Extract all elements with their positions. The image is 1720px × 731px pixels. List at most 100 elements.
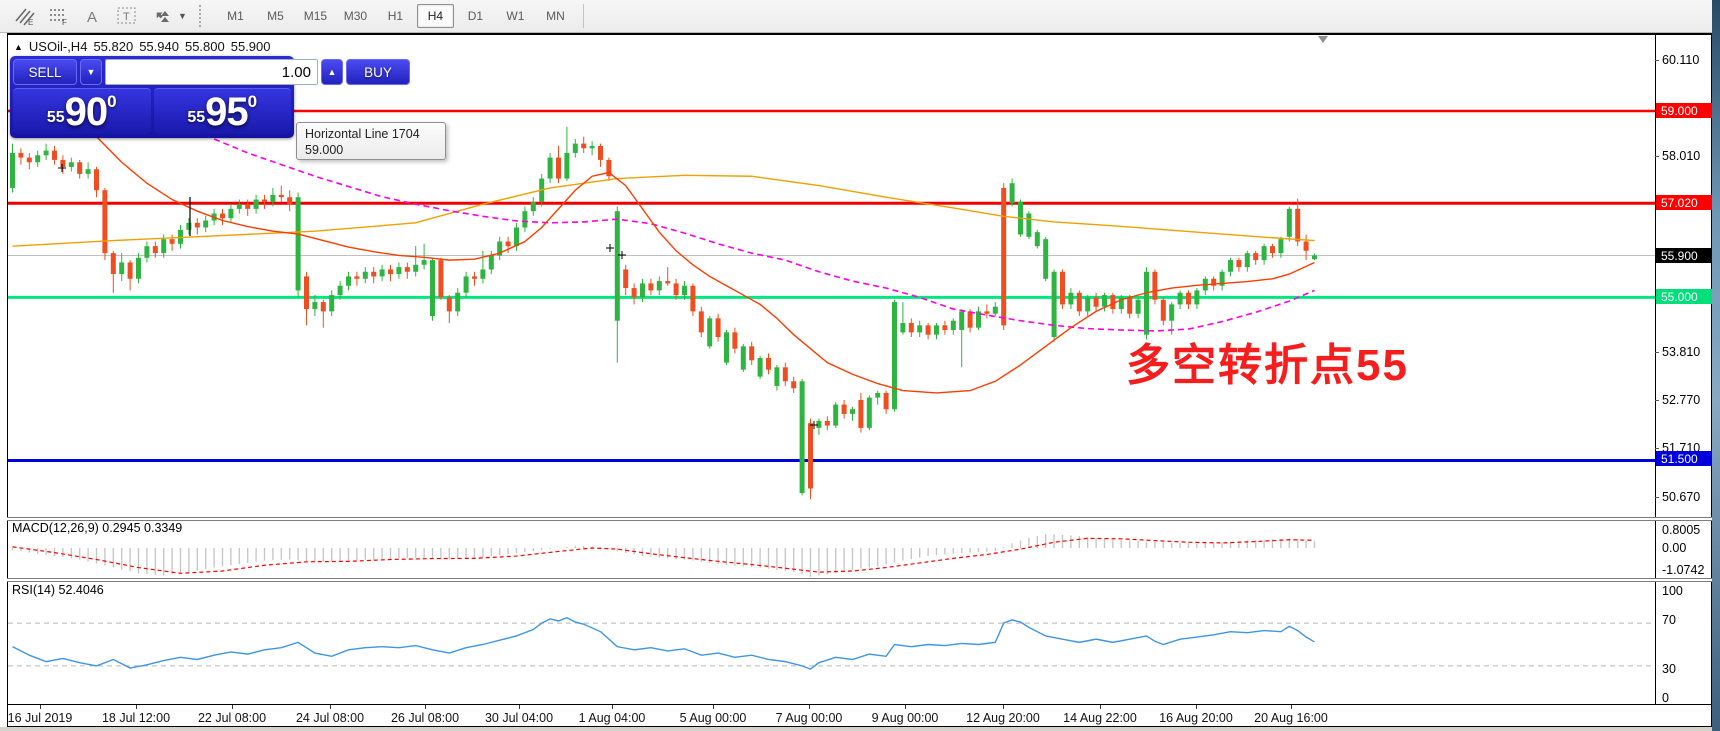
timeframe-group: M1M5M15M30H1H4D1W1MN bbox=[217, 4, 577, 28]
candle-body bbox=[548, 158, 553, 179]
ma-magenta-medium[interactable] bbox=[214, 139, 1314, 331]
candle-body bbox=[1304, 241, 1309, 250]
candle-body bbox=[94, 169, 99, 190]
time-axis-label: 16 Jul 2019 bbox=[8, 711, 73, 725]
time-axis-label: 30 Jul 04:00 bbox=[485, 711, 553, 725]
timeframe-button-h4[interactable]: H4 bbox=[417, 4, 454, 28]
candle-body bbox=[1236, 260, 1241, 267]
candle-body bbox=[354, 276, 359, 278]
macd-canvas[interactable] bbox=[8, 521, 1655, 578]
time-axis-tick bbox=[905, 705, 906, 709]
candle-body bbox=[1001, 188, 1006, 325]
svg-text:F: F bbox=[62, 18, 67, 26]
candle-body bbox=[1026, 214, 1031, 237]
candle-body bbox=[623, 269, 628, 288]
candle-body bbox=[321, 302, 326, 311]
fibonacci-icon[interactable]: F bbox=[44, 3, 74, 29]
price-badge-55.000: 55.000 bbox=[1656, 289, 1712, 304]
candle-body bbox=[1068, 293, 1073, 305]
candle-body bbox=[228, 209, 233, 218]
line-studies-icon[interactable]: E bbox=[10, 3, 40, 29]
candle-body bbox=[1085, 297, 1090, 311]
tooltip-title: Horizontal Line 1704 bbox=[305, 126, 437, 142]
time-axis-label: 1 Aug 04:00 bbox=[579, 711, 646, 725]
timeframe-button-m1[interactable]: M1 bbox=[217, 4, 254, 28]
candle-body bbox=[1102, 295, 1107, 307]
text-icon[interactable]: A bbox=[78, 3, 108, 29]
macd-axis-label: 0.8005 bbox=[1662, 523, 1700, 537]
candle-body bbox=[917, 325, 922, 332]
timeframe-button-m30[interactable]: M30 bbox=[337, 4, 374, 28]
sell-button[interactable]: SELL bbox=[13, 59, 77, 85]
candle-body bbox=[884, 393, 889, 409]
candle-body bbox=[363, 272, 368, 279]
timeframe-button-h1[interactable]: H1 bbox=[377, 4, 414, 28]
rsi-canvas[interactable] bbox=[8, 582, 1655, 704]
volume-decrease-button[interactable]: ▼ bbox=[80, 59, 102, 85]
candle-body bbox=[380, 269, 385, 276]
window-edge-strip bbox=[1712, 0, 1720, 731]
macd-label: MACD(12,26,9) 0.2945 0.3349 bbox=[12, 521, 182, 535]
price-axis-tick bbox=[1655, 497, 1659, 498]
candle-body bbox=[153, 246, 158, 253]
time-axis-label: 12 Aug 20:00 bbox=[966, 711, 1040, 725]
timeframe-button-m5[interactable]: M5 bbox=[257, 4, 294, 28]
toolbar-grip[interactable] bbox=[199, 5, 209, 27]
timeframe-button-w1[interactable]: W1 bbox=[497, 4, 534, 28]
candle-body bbox=[942, 325, 947, 330]
time-axis-label: 7 Aug 00:00 bbox=[776, 711, 843, 725]
candle-body bbox=[254, 200, 259, 209]
one-click-trade-panel: SELL ▼ ▲ BUY 55 90 0 55 95 0 bbox=[10, 56, 294, 138]
volume-increase-button[interactable]: ▲ bbox=[321, 59, 343, 85]
quote-symbol: USOil-,H4 bbox=[29, 39, 88, 54]
rsi-axis-label: 70 bbox=[1662, 613, 1676, 627]
sell-price-major: 55 bbox=[47, 109, 65, 127]
candle-body bbox=[18, 153, 23, 158]
sell-price-display[interactable]: 55 90 0 bbox=[13, 88, 151, 134]
candle-body bbox=[724, 332, 729, 362]
rsi-line bbox=[13, 618, 1315, 669]
time-axis-tick bbox=[1196, 705, 1197, 709]
quote-close: 55.900 bbox=[231, 39, 271, 54]
candle-body bbox=[1278, 239, 1283, 253]
candle-body bbox=[556, 158, 561, 179]
timeframe-button-mn[interactable]: MN bbox=[537, 4, 574, 28]
candle-body bbox=[186, 223, 191, 230]
ma-orange-slow[interactable] bbox=[13, 175, 1315, 246]
candle-body bbox=[35, 155, 40, 162]
price-axis-label: 58.010 bbox=[1662, 149, 1700, 163]
candle-body bbox=[640, 283, 645, 297]
candle-body bbox=[447, 297, 452, 311]
candle-body bbox=[170, 239, 175, 244]
candle-body bbox=[808, 423, 813, 488]
candle-body bbox=[774, 367, 779, 386]
buy-button[interactable]: BUY bbox=[346, 59, 410, 85]
candle-body bbox=[438, 260, 443, 297]
buy-price-display[interactable]: 55 95 0 bbox=[154, 88, 292, 134]
candle-body bbox=[791, 381, 796, 388]
candle-body bbox=[959, 311, 964, 330]
volume-input[interactable] bbox=[105, 59, 318, 85]
timeframe-button-m15[interactable]: M15 bbox=[297, 4, 334, 28]
candle-body bbox=[1152, 272, 1157, 300]
candle-body bbox=[1035, 232, 1040, 246]
buy-price-major: 55 bbox=[187, 109, 205, 127]
rsi-axis-label: 100 bbox=[1662, 584, 1683, 598]
arrows-icon[interactable] bbox=[146, 3, 176, 29]
candle-body bbox=[783, 367, 788, 381]
text-label-icon[interactable]: T bbox=[112, 3, 142, 29]
timeframe-button-d1[interactable]: D1 bbox=[457, 4, 494, 28]
candle-body bbox=[1262, 246, 1267, 260]
rsi-axis-label: 0 bbox=[1662, 691, 1669, 705]
arrows-dropdown-caret[interactable]: ▼ bbox=[178, 11, 187, 21]
candle-body bbox=[119, 262, 124, 274]
svg-text:E: E bbox=[28, 18, 33, 26]
quote-low: 55.800 bbox=[185, 39, 225, 54]
candle-body bbox=[329, 295, 334, 311]
candle-body bbox=[926, 325, 931, 334]
svg-text:A: A bbox=[87, 9, 97, 26]
candle-body bbox=[749, 346, 754, 360]
candle-body bbox=[371, 272, 376, 277]
candle-body bbox=[892, 302, 897, 409]
price-axis-label: 50.670 bbox=[1662, 490, 1700, 504]
